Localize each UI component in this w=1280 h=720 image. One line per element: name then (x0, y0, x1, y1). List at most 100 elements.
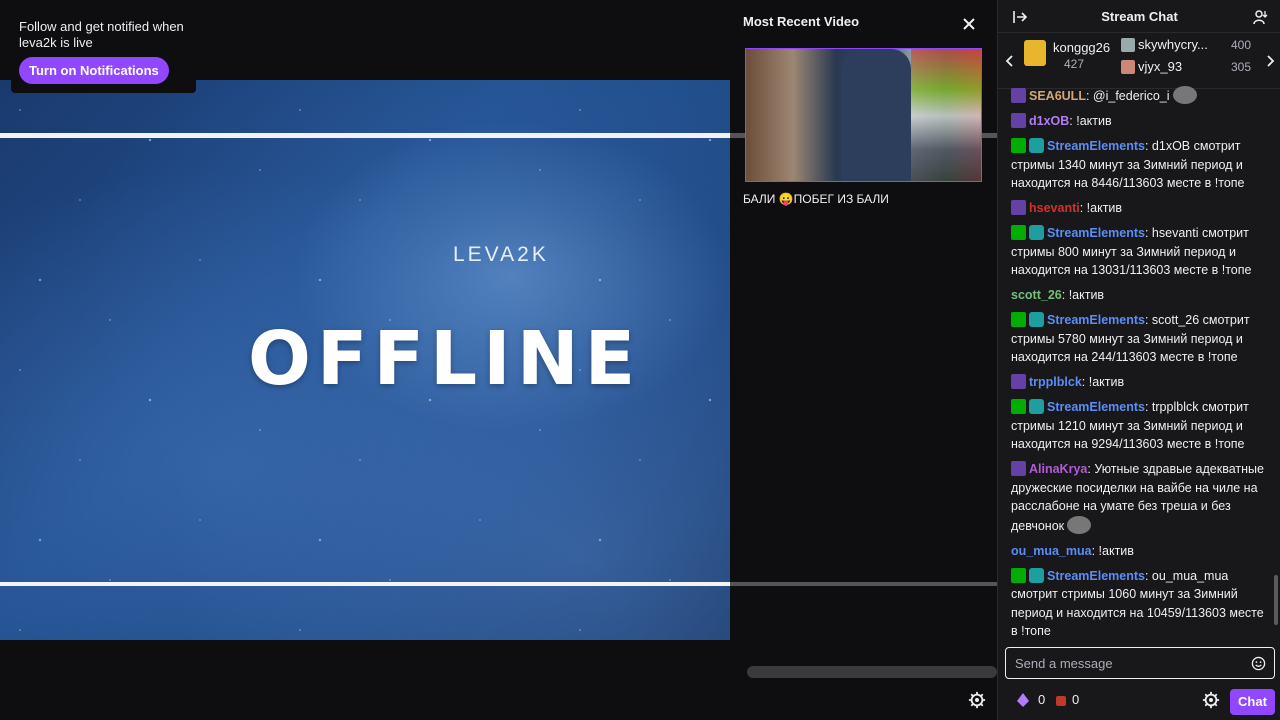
channel-name-text: LEVA2K (453, 243, 549, 266)
chat-separator: : (1061, 288, 1069, 302)
recent-video-title[interactable]: БАЛИ 😛ПОБЕГ ИЗ БАЛИ (743, 192, 889, 206)
chat-username[interactable]: SEA6ULL (1029, 89, 1086, 103)
leaderboard-count-1: 427 (1064, 57, 1085, 71)
turn-on-notifications-button[interactable]: Turn on Notifications (19, 57, 169, 84)
chat-input-box[interactable] (1005, 647, 1275, 679)
thumbnail-shelf (911, 49, 981, 181)
leaderboard-name-2[interactable]: skywhycry... (1138, 37, 1208, 52)
moderator-badge-icon[interactable] (1011, 567, 1026, 583)
chat-username[interactable]: scott_26 (1011, 288, 1062, 302)
chat-send-button[interactable]: Chat (1230, 689, 1275, 715)
gift-icon (1024, 40, 1046, 66)
chat-username[interactable]: StreamElements (1047, 400, 1145, 414)
user-badge-icon[interactable] (1011, 113, 1026, 128)
user-badge-icon[interactable] (1011, 374, 1026, 389)
chat-message-text: !актив (1076, 114, 1112, 128)
bits-icon[interactable] (1016, 692, 1030, 708)
leaderboard-name-3[interactable]: vjyx_93 (1138, 59, 1182, 74)
chat-message: StreamElements: trpplblck смотрит стримы… (1011, 398, 1265, 454)
chat-message: trpplblck: !актив (1011, 373, 1265, 392)
bot-badge-icon[interactable] (1029, 399, 1044, 414)
chat-username[interactable]: StreamElements (1047, 313, 1145, 327)
leaderboard-count-3: 305 (1231, 60, 1252, 74)
gift-leaderboard: konggg26 427 skywhycry... 400 vjyx_93 30… (998, 33, 1280, 89)
moderator-badge-icon[interactable] (1011, 225, 1026, 240)
most-recent-video-heading: Most Recent Video (743, 14, 860, 29)
chat-message: StreamElements: scott_26 смотрит стримы … (1011, 311, 1265, 367)
chat-username[interactable]: StreamElements (1047, 569, 1145, 583)
chat-message: d1xOB: !актив (1011, 112, 1265, 131)
close-icon[interactable] (962, 17, 976, 31)
chat-separator: : (1081, 375, 1089, 389)
emote-picker-icon[interactable] (1251, 656, 1266, 671)
leaderboard-name-1[interactable]: konggg26 (1053, 40, 1110, 55)
emote-icon[interactable] (1067, 515, 1092, 534)
chat-message: hsevanti: !актив (1011, 199, 1265, 218)
chat-separator: : (1144, 400, 1152, 414)
chat-username[interactable]: ou_mua_mua (1011, 544, 1092, 558)
bot-badge-icon[interactable] (1029, 225, 1044, 240)
chat-footer: 0 0 Chat (998, 686, 1280, 716)
chat-separator: : (1144, 568, 1152, 583)
chat-username[interactable]: StreamElements (1047, 139, 1145, 153)
bot-badge-icon[interactable] (1029, 567, 1044, 583)
gift-icon (1121, 38, 1135, 52)
notification-prompt: Follow and get notified when leva2k is l… (11, 11, 196, 93)
video-player[interactable]: LEVA2K OFFLINE Follow and get notified w… (0, 0, 997, 720)
chat-message: StreamElements: d1xOB смотрит стримы 134… (1011, 137, 1265, 193)
leaderboard-count-2: 400 (1231, 38, 1252, 52)
chat-message-text: !актив (1068, 288, 1105, 302)
chat-separator: : (1085, 89, 1093, 103)
emote-icon[interactable] (1172, 86, 1197, 104)
chat-username[interactable]: d1xOB (1029, 114, 1069, 128)
gift-icon (1121, 60, 1135, 74)
app-root: LEVA2K OFFLINE Follow and get notified w… (0, 0, 1280, 720)
chat-message: ou_mua_mua: !актив (1011, 542, 1265, 561)
chat-message-text: !актив (1086, 201, 1123, 215)
bot-badge-icon[interactable] (1029, 312, 1044, 327)
chat-separator: : (1079, 201, 1087, 215)
chevron-right-icon[interactable] (1265, 55, 1275, 67)
chat-message-list[interactable]: SEA6ULL: @i_federico_i d1xOB: !актив Strea… (998, 86, 1273, 636)
chat-header: Stream Chat (998, 0, 1280, 33)
thumbnail-figure (841, 49, 911, 181)
chat-separator: : (1144, 226, 1152, 240)
channel-points-icon[interactable] (1054, 692, 1068, 708)
chat-panel: Stream Chat konggg26 427 skywhycry... 40… (997, 0, 1280, 720)
chat-separator: : (1144, 139, 1152, 153)
chat-message-text: @i_federico_i (1092, 89, 1170, 103)
bot-badge-icon[interactable] (1029, 138, 1044, 153)
user-badge-icon[interactable] (1011, 88, 1026, 103)
recent-video-thumbnail[interactable] (745, 48, 982, 182)
gear-icon[interactable] (968, 691, 986, 709)
chat-username[interactable]: hsevanti (1029, 201, 1080, 215)
chat-title: Stream Chat (1101, 9, 1178, 24)
user-badge-icon[interactable] (1011, 200, 1026, 215)
chat-settings-gear-icon[interactable] (1202, 691, 1220, 709)
notification-text: Follow and get notified when leva2k is l… (19, 19, 184, 50)
chat-message-text: !актив (1088, 375, 1125, 389)
bits-count: 0 (1038, 692, 1046, 707)
chat-username[interactable]: StreamElements (1047, 226, 1145, 240)
chat-scrollbar[interactable] (1274, 95, 1278, 635)
banner-stripe-bottom (0, 582, 997, 586)
chevron-left-icon[interactable] (1005, 55, 1015, 67)
chat-message: StreamElements: hsevanti смотрит стримы … (1011, 224, 1265, 280)
chat-username[interactable]: AlinaKrya (1029, 462, 1087, 476)
chat-message-input[interactable] (1006, 648, 1246, 678)
moderator-badge-icon[interactable] (1011, 312, 1026, 327)
chat-message: SEA6ULL: @i_federico_i (1011, 86, 1265, 106)
chat-message-text: !актив (1098, 543, 1134, 558)
moderator-badge-icon[interactable] (1011, 138, 1026, 153)
chat-message: scott_26: !актив (1011, 286, 1265, 305)
horizontal-scrollbar[interactable] (747, 666, 997, 678)
community-icon[interactable] (1253, 9, 1269, 25)
chat-separator: : (1091, 543, 1099, 558)
chat-message: StreamElements: ou_mua_mua смотрит стрим… (1011, 567, 1265, 636)
chat-separator: : (1144, 313, 1152, 327)
user-badge-icon[interactable] (1011, 461, 1026, 476)
chat-username[interactable]: trpplblck (1029, 375, 1082, 389)
moderator-badge-icon[interactable] (1011, 399, 1026, 414)
chat-message: AlinaKrya: Уютные здравые адекватные дру… (1011, 460, 1265, 535)
offline-text: OFFLINE (248, 316, 642, 402)
